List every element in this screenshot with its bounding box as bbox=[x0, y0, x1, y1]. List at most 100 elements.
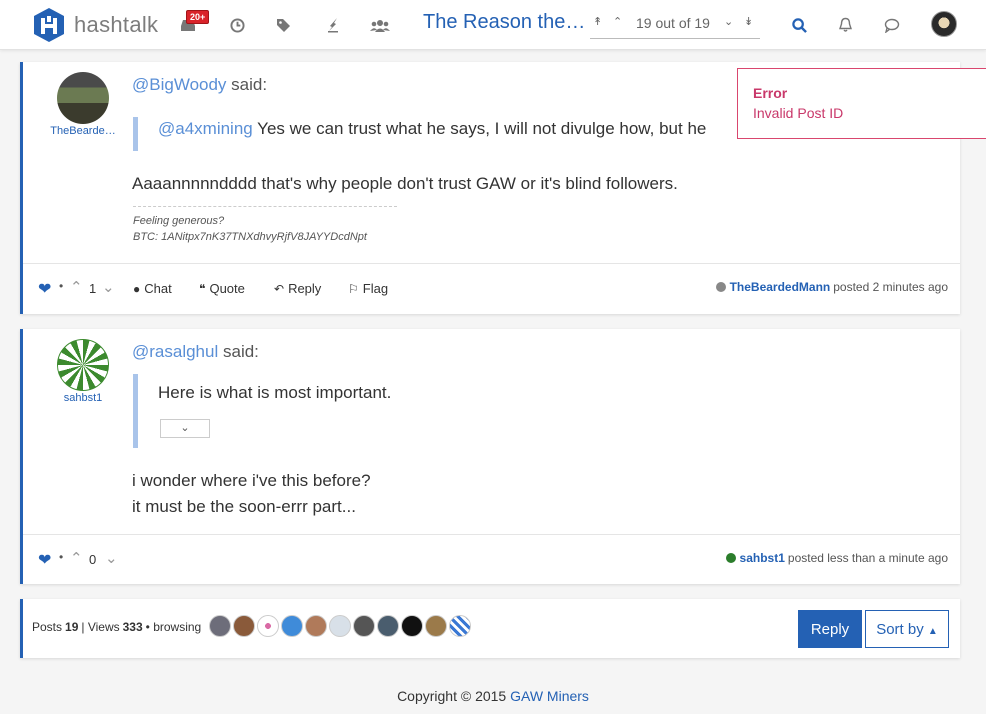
posted-meta: sahbst1 posted less than a minute ago bbox=[725, 551, 948, 565]
said-line: @rasalghul said: bbox=[132, 342, 259, 362]
quote-mention-link[interactable]: @a4xmining bbox=[158, 119, 253, 138]
status-dot-icon bbox=[725, 553, 736, 563]
upvote-chevron-up-icon[interactable]: ⌃ bbox=[70, 278, 83, 296]
quote-text: Yes we can trust what he says, I will no… bbox=[257, 119, 707, 138]
mention-link[interactable]: @BigWoody bbox=[132, 75, 226, 94]
browsing-user-avatar[interactable] bbox=[377, 615, 399, 637]
signature-line: Feeling generous? bbox=[133, 215, 225, 227]
copyright-brand-link[interactable]: GAW Miners bbox=[510, 688, 589, 704]
post-author-name[interactable]: sahbst1 bbox=[23, 392, 143, 404]
downvote-chevron-down-icon[interactable]: ⌄ bbox=[105, 549, 118, 567]
post-avatar[interactable] bbox=[57, 72, 109, 124]
error-toast[interactable]: Error Invalid Post ID bbox=[737, 68, 986, 139]
flag-icon: ⚐ bbox=[348, 281, 359, 296]
vote-count: 1 bbox=[89, 281, 97, 296]
posts-label: Posts bbox=[32, 620, 63, 634]
browsing-user-avatar[interactable] bbox=[401, 615, 423, 637]
sort-by-dropdown[interactable]: Sort by ▲ bbox=[865, 610, 949, 648]
prev-post-chevron-up-icon[interactable]: ⌃ bbox=[613, 15, 622, 28]
browsing-user-avatar[interactable] bbox=[281, 615, 303, 637]
browsing-user-avatar[interactable] bbox=[329, 615, 351, 637]
status-dot-icon bbox=[715, 282, 726, 292]
vote-count: 0 bbox=[89, 552, 97, 567]
post-body: i wonder where i've this before? it must… bbox=[132, 468, 371, 520]
post-footer: ❤ • ⌃ 1 ⌄ ● Chat ❝ Quote ↶ Reply ⚐ Flag TheB… bbox=[23, 263, 960, 313]
browsing-user-avatar[interactable] bbox=[449, 615, 471, 637]
views-label: | Views bbox=[81, 620, 120, 634]
user-avatar[interactable] bbox=[931, 11, 957, 37]
brand-logo[interactable]: hashtalk bbox=[30, 6, 158, 44]
last-post-icon[interactable]: ↡ bbox=[744, 15, 753, 28]
mention-link[interactable]: @rasalghul bbox=[132, 342, 218, 361]
first-post-icon[interactable]: ↟ bbox=[593, 15, 602, 28]
upvote-chevron-up-icon[interactable]: ⌃ bbox=[70, 549, 83, 567]
flag-button[interactable]: ⚐ Flag bbox=[348, 281, 388, 296]
brand-name: hashtalk bbox=[74, 12, 159, 37]
hashtalk-logo-icon bbox=[34, 8, 64, 42]
top-navbar: hashtalk 20+ The Reason the… ↟ ⌃ 19 out … bbox=[0, 0, 986, 50]
chat-bubble-icon[interactable] bbox=[880, 13, 904, 37]
posts-count: 19 bbox=[65, 620, 79, 634]
post-body: Aaaannnnndddd that's why people don't tr… bbox=[132, 174, 678, 193]
expand-quote-chevron-down-icon[interactable]: ⌄ bbox=[160, 419, 210, 438]
browsing-label: • browsing bbox=[145, 620, 202, 634]
caret-up-icon: ▲ bbox=[927, 625, 938, 637]
toast-message: Invalid Post ID bbox=[753, 105, 844, 121]
search-icon[interactable] bbox=[787, 13, 811, 37]
chat-button[interactable]: ● Chat bbox=[133, 281, 172, 296]
blockquote: @a4xmining Yes we can trust what he says… bbox=[133, 117, 753, 151]
quote-text: Here is what is most important. bbox=[158, 383, 392, 402]
signature-btc: BTC: 1ANitpx7nK37TNXdhvyRjfV8JAYYDcdNpt bbox=[133, 231, 367, 243]
sort-by-label: Sort by bbox=[876, 620, 924, 638]
separator-dot: • bbox=[59, 550, 64, 564]
notification-count-badge: 20+ bbox=[186, 10, 210, 24]
recent-clock-icon[interactable] bbox=[225, 13, 249, 37]
quote-icon: ❝ bbox=[199, 281, 206, 296]
downvote-chevron-down-icon[interactable]: ⌄ bbox=[102, 278, 115, 296]
reply-button[interactable]: ↶ Reply bbox=[274, 281, 321, 296]
posted-time: posted 2 minutes ago bbox=[833, 280, 948, 294]
poster-link[interactable]: TheBeardedMann bbox=[730, 280, 831, 294]
said-label: said: bbox=[222, 342, 259, 361]
browsing-user-avatar[interactable] bbox=[425, 615, 447, 637]
topic-title[interactable]: The Reason the… bbox=[423, 11, 585, 34]
toast-title: Error bbox=[753, 85, 788, 101]
browsing-user-avatar[interactable] bbox=[233, 615, 255, 637]
next-post-chevron-down-icon[interactable]: ⌄ bbox=[724, 15, 733, 28]
users-group-icon[interactable] bbox=[368, 13, 392, 37]
post-body-line: it must be the soon-errr part... bbox=[132, 497, 356, 516]
reply-label: Reply bbox=[288, 281, 322, 296]
reply-topic-button[interactable]: Reply bbox=[798, 610, 862, 648]
post-body-line: i wonder where i've this before? bbox=[132, 471, 371, 490]
popular-fire-icon[interactable] bbox=[321, 13, 345, 37]
said-label: said: bbox=[231, 75, 268, 94]
quote-label: Quote bbox=[209, 281, 245, 296]
post-author-name[interactable]: TheBearde… bbox=[23, 125, 143, 137]
browsing-users bbox=[209, 615, 473, 637]
pagination-text[interactable]: 19 out of 19 bbox=[636, 15, 710, 31]
post-avatar[interactable] bbox=[57, 339, 109, 391]
browsing-user-avatar[interactable] bbox=[305, 615, 327, 637]
topic-stats: Posts 19 | Views 333 • browsing bbox=[32, 620, 201, 634]
chat-icon: ● bbox=[133, 281, 141, 296]
chat-label: Chat bbox=[144, 281, 172, 296]
footer-copyright: Copyright © 2015 GAW Miners bbox=[0, 688, 986, 704]
copyright-text: Copyright © 2015 bbox=[397, 688, 507, 704]
topic-stats-bar: Posts 19 | Views 333 • browsing Reply So… bbox=[20, 599, 960, 658]
post-pagination: ↟ ⌃ 19 out of 19 ⌄ ↡ bbox=[590, 10, 760, 39]
post-footer: ❤ • ⌃ 0 ⌄ sahbst1 posted less than a min… bbox=[23, 534, 960, 584]
browsing-user-avatar[interactable] bbox=[257, 615, 279, 637]
favourite-heart-icon[interactable]: ❤ bbox=[38, 279, 51, 299]
browsing-user-avatar[interactable] bbox=[209, 615, 231, 637]
posted-meta: TheBeardedMann posted 2 minutes ago bbox=[715, 280, 948, 294]
posted-time: posted less than a minute ago bbox=[787, 551, 948, 565]
bell-icon[interactable] bbox=[833, 13, 857, 37]
browsing-user-avatar[interactable] bbox=[353, 615, 375, 637]
favourite-heart-icon[interactable]: ❤ bbox=[38, 550, 51, 570]
tags-icon[interactable] bbox=[272, 13, 296, 37]
reply-arrow-icon: ↶ bbox=[274, 281, 285, 296]
poster-link[interactable]: sahbst1 bbox=[740, 551, 785, 565]
quote-button[interactable]: ❝ Quote bbox=[199, 281, 245, 296]
said-line: @BigWoody said: bbox=[132, 75, 267, 95]
separator-dot: • bbox=[59, 279, 64, 293]
